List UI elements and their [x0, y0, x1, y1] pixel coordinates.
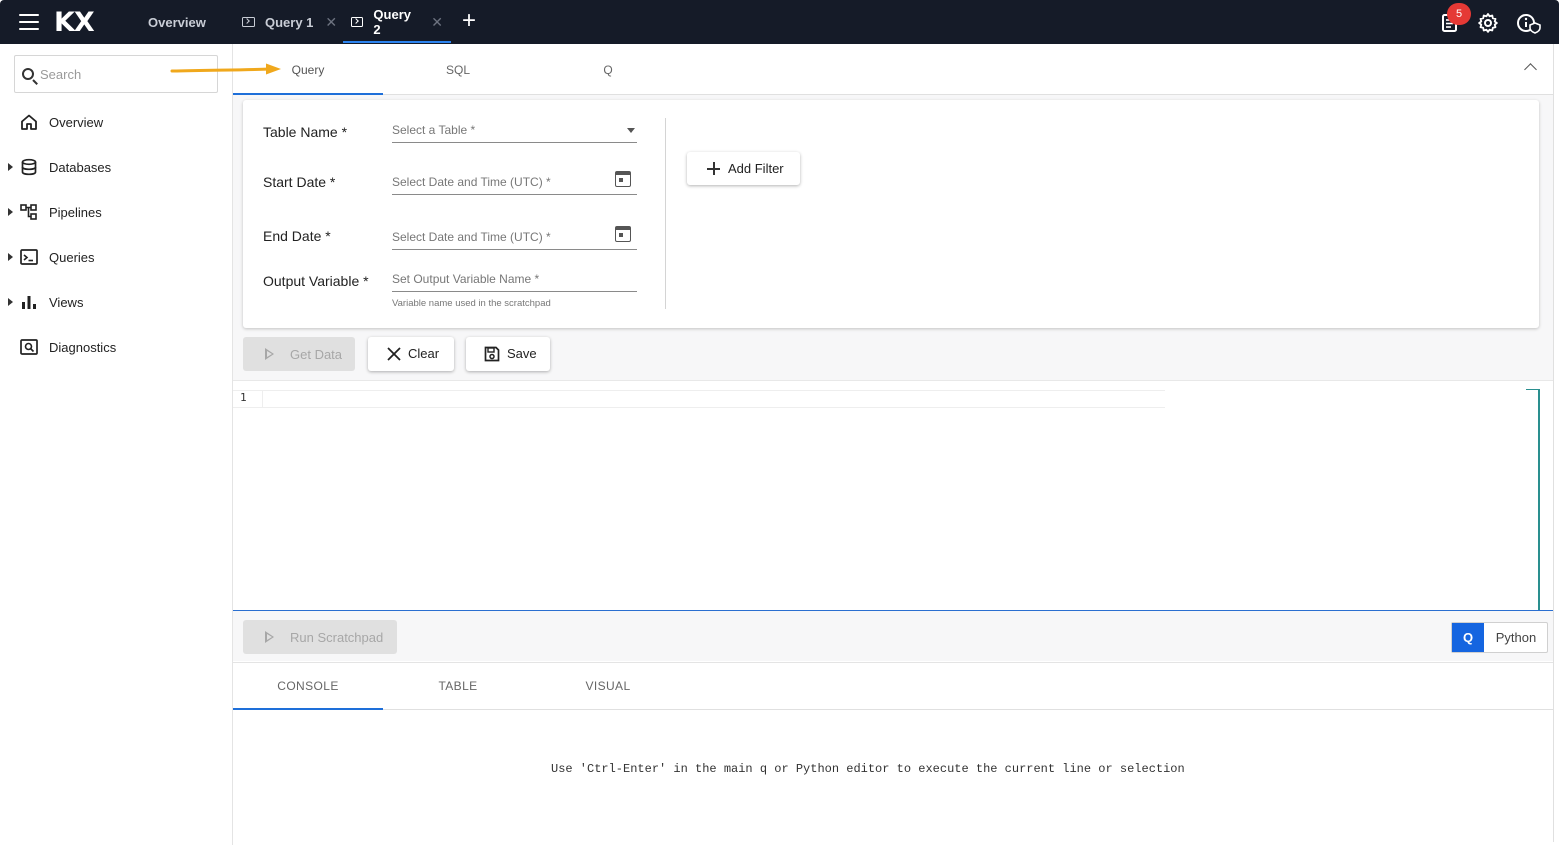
- language-toggle: Q Python: [1451, 622, 1548, 653]
- active-tab-indicator: [343, 41, 451, 43]
- end-date-placeholder: Select Date and Time (UTC) *: [392, 230, 551, 244]
- output-variable-hint: Variable name used in the scratchpad: [392, 298, 551, 309]
- output-variable-placeholder: Set Output Variable Name *: [392, 272, 540, 286]
- run-scratchpad-button[interactable]: Run Scratchpad: [243, 620, 397, 654]
- sidebar-item-label: Databases: [49, 159, 112, 175]
- editor-border: [1526, 389, 1540, 610]
- start-date-field[interactable]: Select Date and Time (UTC) *: [392, 169, 637, 195]
- notification-badge: 5: [1447, 3, 1471, 25]
- add-filter-button[interactable]: Add Filter: [687, 152, 800, 185]
- run-scratchpad-label: Run Scratchpad: [290, 630, 384, 645]
- get-data-button[interactable]: Get Data: [243, 337, 355, 371]
- get-data-label: Get Data: [290, 347, 343, 362]
- panel-right-border: [1553, 44, 1554, 842]
- kx-logo[interactable]: KX: [54, 7, 95, 38]
- sidebar-item-databases[interactable]: Databases: [0, 147, 232, 187]
- annotation-arrow-icon: [170, 63, 281, 75]
- sidebar-item-diagnostics[interactable]: Diagnostics: [0, 327, 232, 367]
- expand-caret-icon[interactable]: [8, 163, 13, 171]
- terminal-icon: [20, 249, 38, 265]
- tab-q[interactable]: Q: [533, 44, 683, 95]
- editor-gutter: [262, 390, 263, 408]
- info-shield-icon[interactable]: [1516, 12, 1542, 34]
- search-icon: [22, 68, 34, 80]
- result-tabs: CONSOLE TABLE VISUAL: [233, 662, 1553, 710]
- lang-python-button[interactable]: Python: [1484, 623, 1548, 652]
- tab-overview[interactable]: Overview: [148, 0, 206, 44]
- start-date-placeholder: Select Date and Time (UTC) *: [392, 175, 551, 189]
- pipelines-icon: [20, 204, 37, 220]
- sidebar-item-label: Queries: [49, 249, 95, 265]
- end-date-label: End Date *: [263, 228, 331, 244]
- editor-current-line: [233, 390, 1165, 408]
- tab-label: Query 1: [265, 14, 314, 30]
- diagnostics-icon: [20, 339, 38, 355]
- chevron-up-icon[interactable]: [1524, 63, 1537, 76]
- tab-query-1[interactable]: Query 1 ✕: [242, 0, 337, 44]
- tab-visual[interactable]: VISUAL: [533, 663, 683, 710]
- close-icon[interactable]: ✕: [431, 14, 443, 31]
- menu-icon[interactable]: [19, 14, 39, 30]
- clear-button[interactable]: Clear: [368, 337, 454, 371]
- tab-label: Overview: [148, 14, 206, 30]
- add-tab-button[interactable]: +: [462, 9, 476, 33]
- scratchpad-editor[interactable]: 1: [233, 380, 1553, 611]
- table-name-label: Table Name *: [263, 124, 348, 140]
- expand-caret-icon[interactable]: [8, 208, 13, 216]
- tab-query-2[interactable]: Query 2 ✕: [343, 0, 451, 44]
- output-variable-label: Output Variable *: [263, 273, 369, 289]
- sidebar-item-label: Views: [49, 294, 84, 310]
- console-message: Use 'Ctrl-Enter' in the main q or Python…: [551, 762, 1185, 776]
- sidebar-item-pipelines[interactable]: Pipelines: [0, 192, 232, 232]
- home-icon: [21, 114, 37, 130]
- tab-console[interactable]: CONSOLE: [233, 663, 383, 710]
- bar-chart-icon: [22, 296, 36, 309]
- save-button[interactable]: Save: [466, 337, 550, 371]
- terminal-icon: [242, 17, 255, 27]
- start-date-label: Start Date *: [263, 174, 336, 190]
- sidebar-item-views[interactable]: Views: [0, 282, 232, 322]
- expand-caret-icon[interactable]: [8, 253, 13, 261]
- output-variable-field[interactable]: Set Output Variable Name *: [392, 266, 637, 292]
- sidebar-item-label: Overview: [49, 114, 104, 130]
- table-name-select[interactable]: Select a Table *: [392, 117, 637, 143]
- sidebar-item-label: Pipelines: [49, 204, 102, 220]
- sidebar-item-queries[interactable]: Queries: [0, 237, 232, 277]
- play-icon: [265, 348, 274, 360]
- sidebar-item-overview[interactable]: Overview: [0, 102, 232, 142]
- table-name-placeholder: Select a Table *: [392, 123, 476, 137]
- line-number: 1: [240, 391, 247, 404]
- sidebar: Overview Databases Pipelines Queries: [0, 44, 233, 845]
- gear-icon[interactable]: [1477, 12, 1499, 34]
- database-icon: [21, 158, 37, 176]
- calendar-icon[interactable]: [615, 171, 631, 187]
- save-label: Save: [507, 346, 537, 361]
- form-divider: [665, 118, 666, 309]
- query-form-card: Table Name * Select a Table * Start Date…: [243, 100, 1539, 328]
- query-mode-tabs: Query SQL Q: [233, 44, 1553, 95]
- expand-caret-icon[interactable]: [8, 298, 13, 306]
- lang-q-button[interactable]: Q: [1452, 623, 1484, 652]
- calendar-icon[interactable]: [615, 226, 631, 242]
- save-icon: [484, 346, 500, 362]
- close-icon: [387, 347, 401, 361]
- tab-label: Query 2: [373, 7, 411, 37]
- sidebar-item-label: Diagnostics: [49, 339, 117, 355]
- clear-label: Clear: [408, 346, 440, 361]
- plus-icon: [707, 162, 720, 175]
- terminal-icon: [351, 17, 364, 27]
- top-bar: KX Overview Query 1 ✕ Query 2 ✕ + 5: [0, 0, 1559, 44]
- dropdown-arrow-icon: [627, 128, 635, 133]
- tab-table[interactable]: TABLE: [383, 663, 533, 710]
- end-date-field[interactable]: Select Date and Time (UTC) *: [392, 224, 637, 250]
- close-icon[interactable]: ✕: [325, 14, 337, 31]
- add-filter-label: Add Filter: [728, 161, 784, 176]
- play-icon: [265, 631, 274, 643]
- tab-sql[interactable]: SQL: [383, 44, 533, 95]
